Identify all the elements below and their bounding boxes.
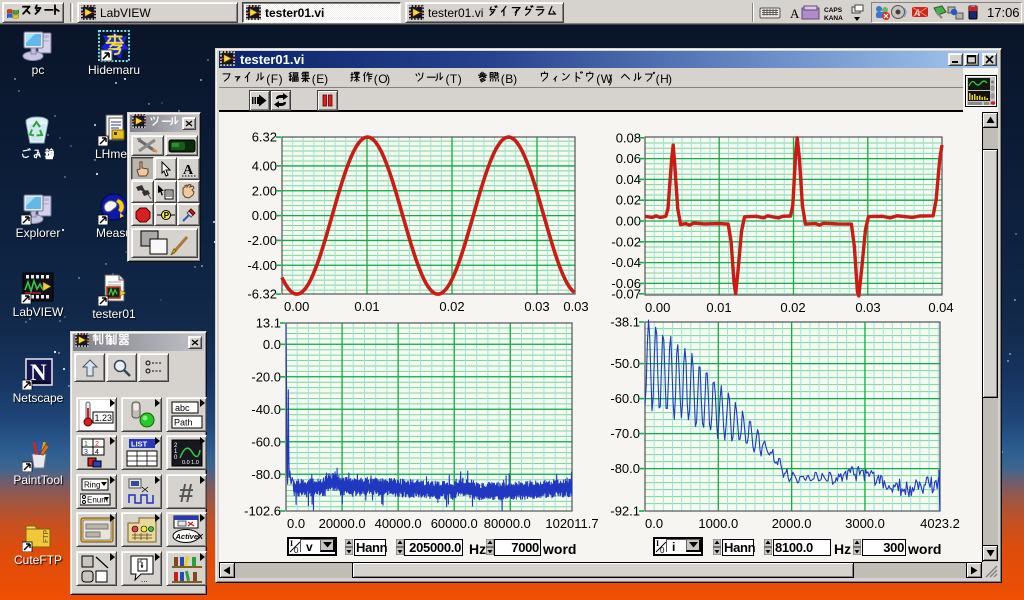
svg-text:0.00: 0.00 [616, 214, 641, 229]
svg-text:(: ( [656, 72, 660, 86]
svg-text:-80.0: -80.0 [610, 461, 640, 476]
svg-text:4: 4 [95, 449, 99, 456]
svg-text:-70.0: -70.0 [610, 426, 640, 441]
svg-text:3000.0: 3000.0 [845, 516, 885, 531]
svg-text:4023.2: 4023.2 [920, 516, 960, 531]
svg-text:): ) [668, 72, 672, 86]
svg-text:1.23: 1.23 [94, 413, 112, 423]
svg-text:0.0 1.0: 0.0 1.0 [182, 460, 199, 466]
svg-text:): ) [279, 72, 283, 86]
svg-text:2.00: 2.00 [252, 183, 277, 198]
svg-text:-0.04: -0.04 [611, 255, 641, 270]
svg-text:13.1: 13.1 [256, 316, 281, 331]
svg-text:2000.0: 2000.0 [772, 516, 812, 531]
svg-text:(: ( [501, 72, 505, 86]
svg-text:-4.00: -4.00 [247, 258, 277, 273]
svg-text:P: P [163, 211, 169, 220]
svg-text:): ) [324, 72, 328, 86]
svg-text:): ) [513, 72, 517, 86]
svg-text:(: ( [446, 72, 450, 86]
svg-text:40000.0: 40000.0 [375, 516, 422, 531]
svg-text:-60.0: -60.0 [251, 434, 281, 449]
svg-text:T: T [450, 72, 458, 86]
svg-text:): ) [609, 72, 613, 86]
svg-text:-6.32: -6.32 [247, 287, 277, 302]
svg-text:0.02: 0.02 [616, 193, 641, 208]
svg-text:80000.0: 80000.0 [484, 516, 531, 531]
svg-text:KANA: KANA [824, 15, 843, 22]
svg-text:#: # [179, 478, 194, 507]
svg-text:0.04: 0.04 [616, 172, 641, 187]
svg-text:4.00: 4.00 [252, 158, 277, 173]
svg-text:E: E [316, 72, 324, 86]
svg-text:(: ( [312, 72, 316, 86]
svg-text:A: A [790, 6, 800, 21]
svg-text:0.0: 0.0 [645, 516, 663, 531]
svg-text:0.00: 0.00 [252, 208, 277, 223]
svg-text:0.0: 0.0 [263, 337, 281, 352]
svg-text:ActiveX: ActiveX [174, 532, 204, 541]
svg-text:-0.07: -0.07 [611, 286, 641, 301]
svg-text:-20.0: -20.0 [251, 369, 281, 384]
svg-text:): ) [386, 72, 390, 86]
svg-text:2: 2 [95, 441, 99, 448]
svg-text:Ring: Ring [84, 480, 100, 489]
svg-text:A: A [183, 163, 194, 177]
svg-text:B: B [505, 72, 513, 86]
svg-text:Path: Path [174, 417, 193, 427]
svg-text:-40.0: -40.0 [251, 402, 281, 417]
svg-text:-80.0: -80.0 [251, 467, 281, 482]
svg-text:-92.1: -92.1 [610, 504, 640, 519]
svg-text:...: ... [141, 575, 148, 584]
svg-text:I: I [290, 539, 293, 548]
svg-text:FTP: FTP [43, 529, 50, 543]
svg-text:F: F [271, 72, 278, 86]
svg-text:1: 1 [84, 441, 88, 448]
svg-text:(: ( [374, 72, 378, 86]
svg-text:6.32: 6.32 [252, 130, 277, 145]
svg-text:-38.1: -38.1 [610, 315, 640, 330]
svg-text:I: I [656, 539, 659, 548]
svg-text:Enum: Enum [87, 495, 108, 504]
svg-text:-2.00: -2.00 [247, 233, 277, 248]
svg-text:): ) [458, 72, 462, 86]
svg-text:abc: abc [175, 403, 190, 413]
svg-text:0.0: 0.0 [287, 516, 305, 531]
svg-text:-0.02: -0.02 [611, 234, 641, 249]
svg-text:0.06: 0.06 [616, 151, 641, 166]
svg-text:(: ( [596, 72, 600, 86]
svg-text:-50.0: -50.0 [610, 356, 640, 371]
svg-text:3: 3 [84, 449, 88, 456]
svg-text:(: ( [266, 72, 270, 86]
svg-text:60000.0: 60000.0 [431, 516, 478, 531]
svg-text:CAPS: CAPS [824, 7, 843, 14]
svg-text:-60.0: -60.0 [610, 391, 640, 406]
svg-text:1000.0: 1000.0 [698, 516, 738, 531]
svg-text:LIST: LIST [131, 439, 148, 448]
svg-text:20000.0: 20000.0 [319, 516, 366, 531]
svg-text:-102.6: -102.6 [244, 504, 281, 519]
svg-text:0.08: 0.08 [616, 130, 641, 145]
